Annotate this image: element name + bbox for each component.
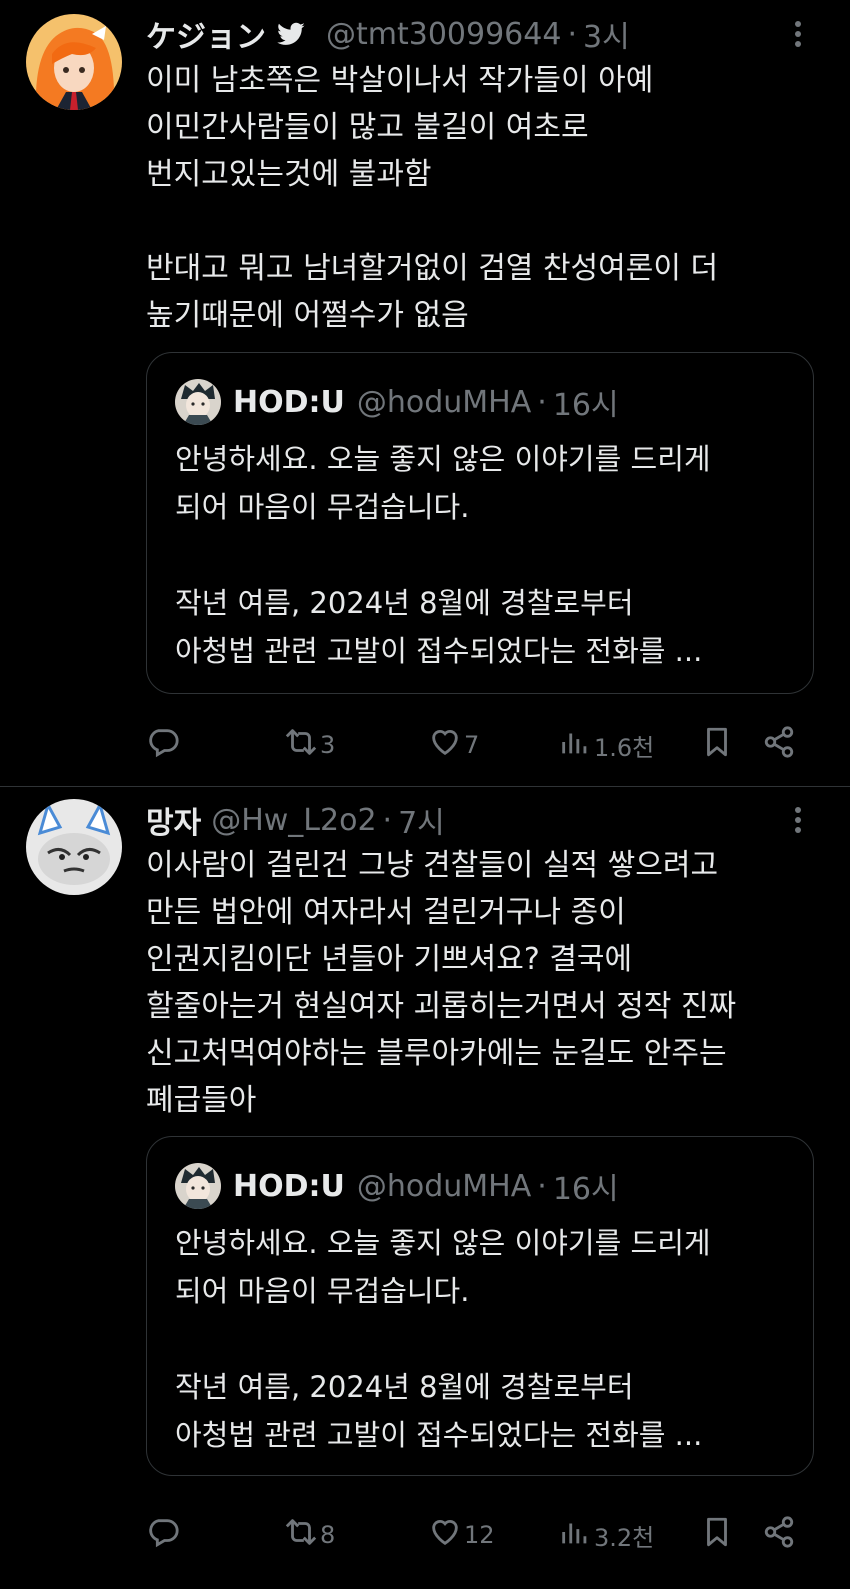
reply-button[interactable] [146,1512,182,1558]
separator: · [537,384,547,420]
retweet-icon [284,1515,318,1555]
display-name: HOD:U [233,384,345,420]
timestamp[interactable]: 3시 [583,12,630,56]
views-chart-icon [558,725,592,765]
timestamp: 16시 [552,1172,619,1207]
timestamp[interactable]: 7시 [398,798,445,842]
quoted-tweet-header: HOD:U @hoduMHA · 16시 [233,379,619,425]
handle[interactable]: @tmt30099644 [326,17,561,52]
share-icon [762,725,796,765]
heart-icon [428,725,462,765]
views-button[interactable]: 1.6천 [558,722,654,768]
more-vertical-icon[interactable] [786,798,810,842]
avatar[interactable] [26,799,122,895]
views-button[interactable]: 3.2천 [558,1512,654,1558]
quoted-tweet[interactable]: HOD:U @hoduMHA · 16시 안녕하세요. 오늘 좋지 않은 이야기… [146,352,814,694]
share-button[interactable] [762,1512,796,1558]
bookmark-button[interactable] [700,1512,734,1558]
tweet-header: ケジョン @tmt30099644 · 3시 [146,12,780,56]
avatar [175,379,221,425]
reply-icon [146,1515,180,1555]
timeline-feed: ケジョン @tmt30099644 · 3시 이미 남초쪽은 박살이나서 작가들… [0,0,850,1589]
tweet-header: 망자 @Hw_L2o2 · 7시 [146,798,780,842]
handle[interactable]: @Hw_L2o2 [211,803,376,838]
retweet-icon [284,725,318,765]
views-count: 1.6천 [594,733,655,762]
tweet-text: 이사람이 걸린건 그냥 견찰들이 실적 쌓으려고 만든 법안에 여자라서 걸린거… [146,848,737,1118]
display-name[interactable]: ケジョン [146,12,266,56]
reply-button[interactable] [146,722,182,768]
like-count: 7 [464,731,480,759]
handle: @hoduMHA [356,384,532,420]
avatar[interactable] [26,14,122,110]
like-button[interactable]: 12 [428,1512,495,1558]
views-chart-icon [558,1515,592,1555]
tweet-actions: 3 7 1.6천 [146,722,816,768]
display-name[interactable]: 망자 [146,798,201,842]
timestamp: 16시 [552,388,619,423]
quoted-tweet-text: 안녕하세요. 오늘 좋지 않은 이야기를 드리게 되어 마음이 무겁습니다. 작… [175,1226,711,1452]
separator: · [382,802,393,838]
more-vertical-icon[interactable] [786,12,810,56]
retweet-button[interactable]: 8 [284,1512,335,1558]
tweet-text: 이미 남초쪽은 박살이나서 작가들이 아예 이민간사람들이 많고 불길이 여초로… [146,63,719,333]
quoted-tweet[interactable]: HOD:U @hoduMHA · 16시 안녕하세요. 오늘 좋지 않은 이야기… [146,1136,814,1476]
quoted-tweet-text: 안녕하세요. 오늘 좋지 않은 이야기를 드리게 되어 마음이 무겁습니다. 작… [175,442,711,668]
handle: @hoduMHA [356,1168,532,1204]
bookmark-icon [700,725,734,765]
display-name: HOD:U [233,1168,345,1204]
share-icon [762,1515,796,1555]
tweet-actions: 8 12 3.2천 [146,1512,816,1558]
reply-icon [146,725,180,765]
retweet-count: 8 [320,1521,336,1549]
tweet[interactable]: 망자 @Hw_L2o2 · 7시 이사람이 걸린건 그냥 견찰들이 실적 쌓으려… [0,788,850,1589]
bookmark-button[interactable] [700,722,734,768]
avatar [175,1163,221,1209]
like-button[interactable]: 7 [428,722,479,768]
views-count: 3.2천 [594,1523,655,1552]
like-count: 12 [464,1521,495,1549]
separator: · [537,1168,547,1204]
share-button[interactable] [762,722,796,768]
retweet-button[interactable]: 3 [284,722,335,768]
twitter-bird-icon [276,19,306,49]
separator: · [567,16,577,52]
quoted-tweet-header: HOD:U @hoduMHA · 16시 [233,1163,619,1209]
tweet[interactable]: ケジョン @tmt30099644 · 3시 이미 남초쪽은 박살이나서 작가들… [0,0,850,787]
retweet-count: 3 [320,731,336,759]
heart-icon [428,1515,462,1555]
bookmark-icon [700,1515,734,1555]
